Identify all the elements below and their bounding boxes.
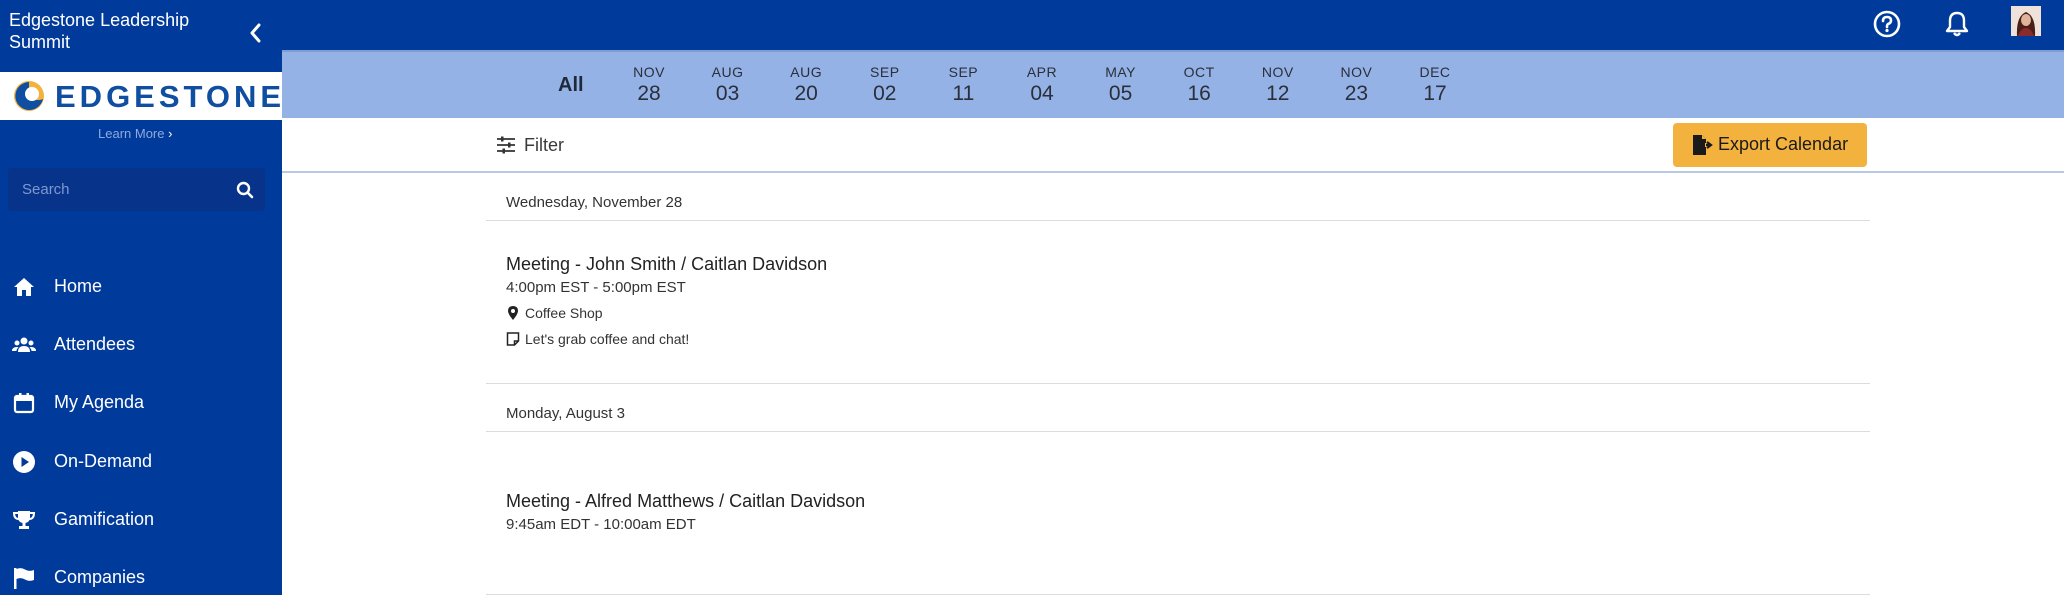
- date-tab-month: AUG: [790, 64, 823, 80]
- date-tab[interactable]: AUG 20: [776, 64, 836, 106]
- sidebar: Edgestone Leadership Summit EDGESTONE Le…: [0, 0, 282, 595]
- note-icon: [506, 332, 520, 346]
- date-tab-month: MAY: [1105, 64, 1136, 80]
- nav-label: My Agenda: [54, 392, 145, 412]
- date-tab[interactable]: NOV 23: [1326, 64, 1386, 106]
- nav-item-my-agenda[interactable]: My Agenda: [0, 381, 282, 425]
- date-tab-day: 02: [873, 82, 897, 105]
- event-title[interactable]: Meeting - John Smith / Caitlan Davidson: [506, 254, 827, 275]
- file-export-icon: [1693, 135, 1713, 155]
- nav-item-on-demand[interactable]: On-Demand: [0, 440, 282, 484]
- logo-text: EDGESTONE: [55, 79, 286, 114]
- date-tab-day: 16: [1187, 82, 1211, 105]
- avatar[interactable]: [2011, 6, 2041, 36]
- date-tab-day: 04: [1030, 82, 1054, 105]
- date-tab-month: NOV: [1340, 64, 1373, 80]
- date-tab[interactable]: SEP 02: [855, 64, 915, 106]
- filter-label: Filter: [524, 135, 564, 155]
- export-label: Export Calendar: [1718, 134, 1849, 154]
- export-calendar-button[interactable]: Export Calendar: [1673, 123, 1867, 167]
- nav-label: Attendees: [54, 334, 136, 354]
- date-filter-bar: All NOV 28 AUG 03 AUG 20 SEP 02 SEP 11 APR 04 MAY 05 O…: [282, 50, 2064, 118]
- date-tab[interactable]: MAY 05: [1091, 64, 1151, 106]
- date-tab-month: AUG: [711, 64, 744, 80]
- event-note-text: Let's grab coffee and chat!: [525, 331, 690, 347]
- date-tab-month: SEP: [948, 64, 979, 80]
- date-tab-day: 03: [715, 82, 740, 105]
- date-tab-day: 11: [952, 82, 975, 105]
- date-tab-all[interactable]: All: [558, 74, 584, 97]
- nav-item-gamification[interactable]: Gamification: [0, 498, 282, 542]
- event-time: 4:00pm EST - 5:00pm EST: [506, 279, 686, 296]
- date-tab-month: APR: [1026, 64, 1058, 80]
- filter-bar: Filter Export Calendar: [282, 118, 2064, 173]
- nav-item-companies[interactable]: Companies: [0, 556, 282, 600]
- divider: [486, 431, 1870, 432]
- calendar-icon: [13, 393, 35, 414]
- top-bar: [282, 0, 2064, 50]
- trophy-icon: [12, 511, 36, 529]
- event-time: 9:45am EDT - 10:00am EDT: [506, 516, 696, 533]
- sliders-icon: [497, 136, 515, 154]
- date-tab[interactable]: AUG 03: [698, 64, 758, 106]
- event-location-text: Coffee Shop: [525, 305, 603, 321]
- chevron-left-icon[interactable]: [244, 20, 266, 46]
- date-tab-month: NOV: [633, 64, 665, 80]
- brand-logo[interactable]: EDGESTONE: [0, 72, 282, 120]
- date-tab-day: 20: [794, 82, 818, 105]
- play-icon: [13, 451, 35, 473]
- flag-icon: [14, 568, 34, 589]
- logo-mark-icon: [14, 81, 44, 111]
- search-box: [8, 168, 265, 211]
- date-tab-month: SEP: [870, 64, 900, 80]
- nav-label: On-Demand: [54, 451, 153, 471]
- home-icon: [14, 278, 34, 296]
- date-tab-month: DEC: [1419, 64, 1451, 80]
- map-pin-icon: [508, 306, 518, 320]
- date-tab-day: 12: [1266, 82, 1290, 105]
- date-tab[interactable]: OCT 16: [1169, 64, 1229, 106]
- help-icon[interactable]: [1872, 9, 1902, 39]
- date-tab[interactable]: DEC 17: [1405, 64, 1465, 106]
- date-tab-month: NOV: [1261, 64, 1294, 80]
- date-tab[interactable]: NOV 12: [1248, 64, 1308, 106]
- sidebar-header: Edgestone Leadership Summit: [0, 0, 282, 72]
- app-title: Edgestone Leadership Summit: [9, 10, 190, 52]
- divider: [486, 383, 1870, 384]
- date-tab-day: 23: [1344, 82, 1369, 105]
- date-tab[interactable]: APR 04: [1012, 64, 1072, 106]
- user-avatar-icon: [2011, 6, 2041, 36]
- bell-icon[interactable]: [1942, 9, 1972, 39]
- day-header: Monday, August 3: [506, 405, 625, 422]
- learn-more-label: Learn More: [98, 126, 165, 141]
- date-tab[interactable]: NOV 28: [619, 64, 679, 106]
- nav-label: Gamification: [54, 509, 155, 529]
- date-tab[interactable]: SEP 11: [933, 64, 993, 106]
- divider: [486, 220, 1870, 221]
- day-header: Wednesday, November 28: [506, 194, 683, 211]
- event-title[interactable]: Meeting - Alfred Matthews / Caitlan Davi…: [506, 491, 865, 512]
- nav-item-attendees[interactable]: Attendees: [0, 323, 282, 367]
- nav-label: Home: [54, 276, 103, 296]
- chevron-right-icon: ›: [164, 126, 173, 141]
- nav-item-home[interactable]: Home: [0, 265, 282, 309]
- date-tab-month: OCT: [1183, 64, 1215, 80]
- date-tab-day: 17: [1423, 82, 1447, 105]
- search-icon[interactable]: [236, 181, 254, 199]
- search-input[interactable]: [22, 181, 222, 198]
- learn-more-link[interactable]: Learn More ›: [98, 126, 172, 141]
- nav-label: Companies: [54, 567, 146, 587]
- date-tab-day: 05: [1108, 82, 1133, 105]
- date-tab-day: 28: [637, 82, 661, 105]
- users-icon: [12, 337, 36, 352]
